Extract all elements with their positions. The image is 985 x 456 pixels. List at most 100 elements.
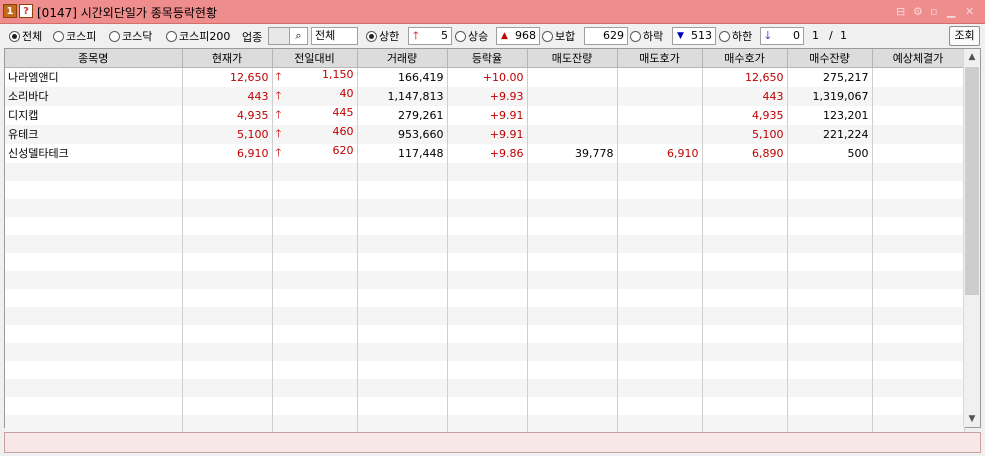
vertical-scrollbar[interactable]: ▲ ▼ bbox=[963, 49, 980, 427]
screen-number-badge[interactable]: 1 bbox=[3, 4, 17, 18]
column-header-price[interactable]: 현재가 bbox=[182, 49, 273, 68]
sector-code-input[interactable] bbox=[268, 27, 290, 45]
ask-qty-cell bbox=[527, 324, 618, 343]
table-row[interactable]: 디지캡 4,935 🡑 445 279,261 +9.91 4,935 123,201 bbox=[5, 105, 965, 125]
filter-radio-lower-limit[interactable]: 하한 bbox=[719, 29, 752, 43]
bid-price-cell bbox=[702, 216, 788, 235]
table-row[interactable] bbox=[5, 216, 965, 235]
ask-price-cell bbox=[617, 288, 703, 307]
stock-name-cell bbox=[5, 198, 183, 217]
scroll-up-icon[interactable]: ▲ bbox=[964, 49, 980, 65]
close-icon[interactable]: ✕ bbox=[965, 5, 974, 18]
stock-name-cell bbox=[5, 270, 183, 289]
rate-cell bbox=[447, 234, 528, 253]
column-header-volume[interactable]: 거래량 bbox=[357, 49, 448, 68]
rate-cell bbox=[447, 306, 528, 325]
volume-cell bbox=[357, 162, 448, 181]
filter-radio-flat[interactable]: 보합 bbox=[542, 29, 575, 43]
stock-name-cell bbox=[5, 414, 183, 433]
column-header-bid-qty[interactable]: 매수잔량 bbox=[787, 49, 873, 68]
ask-qty-cell bbox=[527, 234, 618, 253]
change-value: 620 bbox=[332, 143, 354, 157]
pin-icon[interactable]: ▫ bbox=[930, 5, 937, 18]
rate-cell bbox=[447, 378, 528, 397]
lower-limit-count: 🡓 0 bbox=[760, 27, 804, 45]
column-header-expected[interactable]: 예상체결가 bbox=[872, 49, 965, 68]
column-header-rate[interactable]: 등락율 bbox=[447, 49, 528, 68]
fall-value: 513 bbox=[691, 29, 712, 42]
stock-grid: 종목명 현재가 전일대비 거래량 등락율 매도잔량 매도호가 매수호가 매수잔량… bbox=[4, 48, 981, 433]
table-row[interactable] bbox=[5, 324, 965, 343]
bid-price-cell bbox=[702, 360, 788, 379]
column-header-bid-price[interactable]: 매수호가 bbox=[702, 49, 788, 68]
market-radio-kospi[interactable]: 코스피 bbox=[53, 29, 96, 43]
bid-price-cell bbox=[702, 342, 788, 361]
table-row[interactable]: 신성델타테크 6,910 🡑 620 117,448 +9.86 39,778 6,910 6,… bbox=[5, 143, 965, 163]
expected-price-cell bbox=[872, 198, 965, 217]
filter-radio-rise[interactable]: 상승 bbox=[455, 29, 488, 43]
table-row[interactable] bbox=[5, 378, 965, 397]
table-row[interactable] bbox=[5, 288, 965, 307]
volume-cell bbox=[357, 288, 448, 307]
radio-label: 상한 bbox=[379, 30, 400, 43]
upper-limit-value: 5 bbox=[441, 29, 448, 42]
market-radio-kosdaq[interactable]: 코스닥 bbox=[109, 29, 152, 43]
table-row[interactable] bbox=[5, 270, 965, 289]
change-cell bbox=[272, 252, 358, 271]
table-row[interactable] bbox=[5, 414, 965, 433]
filter-radio-upper-limit[interactable]: 상한 bbox=[366, 29, 399, 43]
table-row[interactable] bbox=[5, 306, 965, 325]
radio-label: 하한 bbox=[732, 30, 753, 43]
scroll-down-icon[interactable]: ▼ bbox=[964, 411, 980, 427]
volume-cell bbox=[357, 180, 448, 199]
table-row[interactable]: 유테크 5,100 🡑 460 953,660 +9.91 5,100 221,224 bbox=[5, 124, 965, 144]
rate-cell: +10.00 bbox=[447, 67, 528, 87]
change-cell: 🡑 620 bbox=[272, 143, 358, 163]
column-header-name[interactable]: 종목명 bbox=[5, 49, 183, 68]
bid-qty-cell bbox=[787, 234, 873, 253]
link-icon[interactable]: ⊟ bbox=[896, 5, 905, 18]
help-icon[interactable]: ? bbox=[19, 4, 33, 18]
change-cell bbox=[272, 378, 358, 397]
column-header-ask-qty[interactable]: 매도잔량 bbox=[527, 49, 618, 68]
settings-icon[interactable]: ⚙ bbox=[913, 5, 923, 18]
column-header-ask-price[interactable]: 매도호가 bbox=[617, 49, 703, 68]
market-radio-all[interactable]: 전체 bbox=[9, 29, 42, 43]
table-row[interactable] bbox=[5, 252, 965, 271]
minimize-icon[interactable]: ▁ bbox=[947, 5, 955, 18]
ask-price-cell bbox=[617, 86, 703, 106]
title-bar: 1 ? [0147] 시간외단일가 종목등락현황 ⊟ ⚙ ▫ ▁ ✕ bbox=[0, 0, 985, 24]
table-row[interactable] bbox=[5, 396, 965, 415]
stock-name-cell bbox=[5, 324, 183, 343]
rate-cell bbox=[447, 216, 528, 235]
volume-cell bbox=[357, 414, 448, 433]
bid-qty-cell bbox=[787, 324, 873, 343]
market-radio-kospi200[interactable]: 코스피200 bbox=[166, 29, 230, 43]
ask-qty-cell bbox=[527, 288, 618, 307]
table-row[interactable] bbox=[5, 162, 965, 181]
bid-price-cell bbox=[702, 162, 788, 181]
bid-price-cell: 4,935 bbox=[702, 105, 788, 125]
table-row[interactable] bbox=[5, 234, 965, 253]
column-header-change[interactable]: 전일대비 bbox=[272, 49, 358, 68]
table-row[interactable] bbox=[5, 198, 965, 217]
bid-price-cell bbox=[702, 252, 788, 271]
table-row[interactable] bbox=[5, 180, 965, 199]
flat-count: 629 bbox=[584, 27, 628, 45]
expected-price-cell bbox=[872, 414, 965, 433]
stock-name-cell bbox=[5, 342, 183, 361]
bid-qty-cell bbox=[787, 288, 873, 307]
ask-price-cell bbox=[617, 234, 703, 253]
table-row[interactable] bbox=[5, 360, 965, 379]
expected-price-cell bbox=[872, 180, 965, 199]
stock-name-cell bbox=[5, 306, 183, 325]
table-row[interactable]: 소리바다 443 🡑 40 1,147,813 +9.93 443 1,319,067 bbox=[5, 86, 965, 106]
rise-triangle-icon: ▲ bbox=[501, 31, 508, 41]
table-row[interactable]: 나라엠앤디 12,650 🡑 1,150 166,419 +10.00 12,650 275,… bbox=[5, 67, 965, 87]
query-button[interactable]: 조회 bbox=[949, 26, 980, 46]
expected-price-cell bbox=[872, 324, 965, 343]
search-icon[interactable]: ⌕ bbox=[289, 27, 308, 45]
filter-radio-fall[interactable]: 하락 bbox=[630, 29, 663, 43]
table-row[interactable] bbox=[5, 342, 965, 361]
scrollbar-thumb[interactable] bbox=[965, 67, 979, 295]
